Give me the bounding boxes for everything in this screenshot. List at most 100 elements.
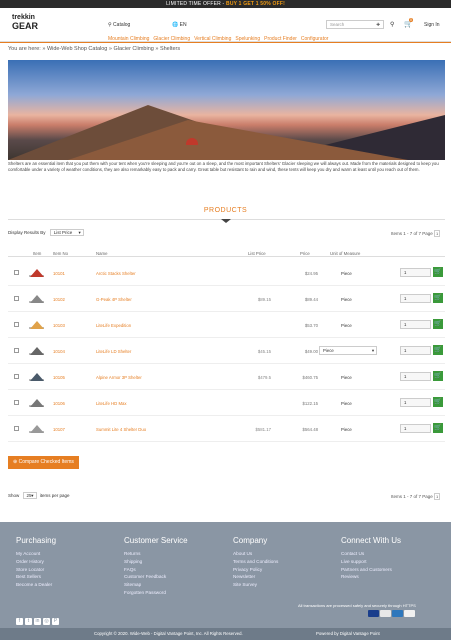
product-thumbnail[interactable]: [28, 267, 45, 277]
footer-link[interactable]: Reviews: [341, 573, 401, 581]
footer-link[interactable]: Customer Feedback: [124, 573, 188, 581]
col-name[interactable]: Name: [96, 251, 107, 256]
product-thumbnail[interactable]: [28, 371, 45, 381]
footer-link[interactable]: Forgotten Password: [124, 589, 188, 597]
quantity-input[interactable]: 1: [400, 268, 431, 277]
powered-by-link[interactable]: Powered by Digital Vantage Point: [316, 628, 380, 640]
page-number-box[interactable]: 1: [434, 230, 441, 237]
quantity-input[interactable]: 1: [400, 424, 431, 433]
sign-in-link[interactable]: Sign In: [424, 22, 440, 28]
linkedin-icon[interactable]: in: [34, 618, 41, 625]
nav-vertical-climbing[interactable]: Vertical Climbing: [194, 36, 231, 43]
footer-link[interactable]: Newsletter: [233, 573, 278, 581]
footer-link[interactable]: Live support: [341, 558, 401, 566]
footer-link[interactable]: FAQs: [124, 566, 188, 574]
footer-link[interactable]: Privacy Policy: [233, 566, 278, 574]
add-to-cart-button[interactable]: 🛒: [433, 423, 443, 433]
nav-mountain-climbing[interactable]: Mountain Climbing: [108, 36, 149, 43]
add-to-cart-button[interactable]: 🛒: [433, 371, 443, 381]
footer-link[interactable]: Contact Us: [341, 550, 401, 558]
compare-checkbox[interactable]: [14, 296, 19, 301]
footer-link[interactable]: Become a Dealer: [16, 581, 56, 589]
cart-icon[interactable]: 🛒 0: [404, 18, 413, 28]
item-number-link[interactable]: 10107: [53, 427, 65, 432]
item-number-link[interactable]: 10102: [53, 297, 65, 302]
footer-link[interactable]: Sitemap: [124, 581, 188, 589]
catalog-menu[interactable]: ⚲ Catalog: [108, 22, 130, 28]
site-footer: Purchasing My Account Order History Stor…: [0, 522, 451, 628]
compare-checkbox[interactable]: [14, 426, 19, 431]
page-size-select[interactable]: 25 ▾: [22, 492, 37, 499]
search-options-icon[interactable]: ✚: [376, 21, 380, 29]
footer-link[interactable]: Terms and Conditions: [233, 558, 278, 566]
nav-glacier-climbing[interactable]: Glacier Climbing: [153, 36, 191, 43]
col-list-price[interactable]: List Price: [248, 251, 266, 256]
add-to-cart-button[interactable]: 🛒: [433, 293, 443, 303]
page-number-box-bottom[interactable]: 1: [434, 493, 441, 500]
col-item-no[interactable]: Item No: [53, 251, 68, 256]
pinterest-icon[interactable]: P: [52, 618, 59, 625]
breadcrumb[interactable]: You are here: » Wide-Web Shop Catalog » …: [8, 46, 180, 52]
quantity-input[interactable]: 1: [400, 320, 431, 329]
product-name-link[interactable]: G-Peak 4P Shelter: [96, 297, 132, 302]
search-input[interactable]: Search ✚: [326, 20, 384, 29]
nav-spelunking[interactable]: Spelunking: [235, 36, 260, 43]
add-to-cart-button[interactable]: 🛒: [433, 397, 443, 407]
facebook-icon[interactable]: f: [16, 618, 23, 625]
uom-select[interactable]: Piece ▾: [319, 346, 377, 355]
footer-heading-company: Company: [233, 536, 268, 545]
add-to-cart-button[interactable]: 🛒: [433, 267, 443, 277]
item-number-link[interactable]: 10103: [53, 323, 65, 328]
product-thumbnail[interactable]: [28, 293, 45, 303]
footer-link[interactable]: Partners and Customers: [341, 566, 401, 574]
compare-checkbox[interactable]: [14, 322, 19, 327]
footer-link[interactable]: Site Survey: [233, 581, 278, 589]
footer-link[interactable]: Best Sellers: [16, 573, 56, 581]
promo-offer[interactable]: BUY 1 GET 1 50% OFF!: [226, 1, 285, 7]
footer-link[interactable]: Returns: [124, 550, 188, 558]
product-name-link[interactable]: LiteLife HD Max: [96, 401, 127, 406]
quantity-input[interactable]: 1: [400, 294, 431, 303]
add-to-cart-button[interactable]: 🛒: [433, 345, 443, 355]
search-icon[interactable]: ⚲: [390, 21, 394, 28]
footer-link[interactable]: About Us: [233, 550, 278, 558]
item-number-link[interactable]: 10105: [53, 375, 65, 380]
footer-link[interactable]: Shipping: [124, 558, 188, 566]
logo[interactable]: trekkin GEAR: [12, 14, 38, 31]
compare-checked-button[interactable]: ⊕ Compare Checked Items: [8, 456, 79, 469]
price: $53.70: [304, 323, 318, 328]
compare-checkbox[interactable]: [14, 400, 19, 405]
add-to-cart-button[interactable]: 🛒: [433, 319, 443, 329]
table-row: 10101 Arctic Stacks Shelter $24.95 Piece…: [8, 260, 445, 286]
sort-select[interactable]: List Price ▾: [49, 229, 84, 236]
footer-link[interactable]: Store Locator: [16, 566, 56, 574]
instagram-icon[interactable]: ◎: [43, 618, 50, 625]
item-number-link[interactable]: 10106: [53, 401, 65, 406]
nav-configurator[interactable]: Configurator: [301, 36, 329, 43]
product-name-link[interactable]: LiteLife Expedition: [96, 323, 131, 328]
quantity-input[interactable]: 1: [400, 372, 431, 381]
compare-checkbox[interactable]: [14, 348, 19, 353]
item-number-link[interactable]: 10101: [53, 271, 65, 276]
item-number-link[interactable]: 10104: [53, 349, 65, 354]
quantity-input[interactable]: 1: [400, 398, 431, 407]
col-price[interactable]: Price: [300, 251, 310, 256]
uom-text: Piece: [341, 297, 352, 302]
uom-text: Piece: [341, 271, 352, 276]
product-name-link[interactable]: Alpine Armor 3P Shelter: [96, 375, 142, 380]
product-thumbnail[interactable]: [28, 397, 45, 407]
product-thumbnail[interactable]: [28, 345, 45, 355]
twitter-icon[interactable]: t: [25, 618, 32, 625]
product-name-link[interactable]: LiteLife LD Shelter: [96, 349, 131, 354]
quantity-input[interactable]: 1: [400, 346, 431, 355]
compare-checkbox[interactable]: [14, 374, 19, 379]
product-name-link[interactable]: Arctic Stacks Shelter: [96, 271, 136, 276]
product-thumbnail[interactable]: [28, 319, 45, 329]
footer-link[interactable]: Order History: [16, 558, 56, 566]
footer-link[interactable]: My Account: [16, 550, 56, 558]
product-thumbnail[interactable]: [28, 423, 45, 433]
compare-checkbox[interactable]: [14, 270, 19, 275]
language-selector[interactable]: 🌐 EN: [172, 22, 187, 28]
nav-product-finder[interactable]: Product Finder: [264, 36, 297, 43]
product-name-link[interactable]: Summit Lite 4 Shelter Duo: [96, 427, 146, 432]
